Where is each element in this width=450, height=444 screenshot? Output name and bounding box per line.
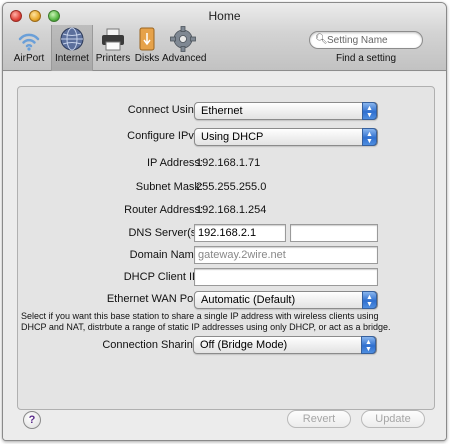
connect-using-popup[interactable]: Ethernet ▲ ▼: [194, 102, 378, 120]
ethernet-wan-port-popup[interactable]: Automatic (Default) ▲ ▼: [194, 291, 378, 309]
content-area: Connect Using: Ethernet ▲ ▼ Configure IPv…: [3, 72, 446, 440]
popup-arrows-icon: ▲ ▼: [362, 102, 377, 120]
subnet-mask-value: 255.255.255.0: [196, 181, 267, 193]
gear-icon: [170, 26, 196, 52]
toolbar-label-internet: Internet: [55, 53, 89, 64]
connection-sharing-popup[interactable]: Off (Bridge Mode) ▲ ▼: [193, 336, 377, 354]
router-address-value: 192.168.1.254: [196, 204, 267, 216]
configure-ipv4-popup[interactable]: Using DHCP ▲ ▼: [194, 128, 378, 146]
ip-address-label: IP Address:: [146, 157, 203, 169]
configure-ipv4-label: Configure IPv4:: [127, 130, 203, 142]
disk-icon: [139, 27, 155, 51]
toolbar-label-printers: Printers: [95, 53, 131, 64]
connect-using-label: Connect Using:: [127, 104, 203, 116]
subnet-mask-label: Subnet Mask:: [135, 181, 203, 193]
dns-server-1-field[interactable]: 192.168.2.1: [194, 224, 286, 242]
toolbar-item-printers[interactable]: Printers: [93, 25, 133, 64]
toolbar-label-advanced: Advanced: [162, 53, 207, 64]
search-field[interactable]: 🔍︎: [309, 31, 423, 49]
update-button[interactable]: Update: [361, 410, 425, 428]
dhcp-client-id-field[interactable]: [194, 268, 378, 286]
titlebar: Home AirPort Internet Printers Disks Adv…: [3, 3, 446, 71]
dns-servers-label: DNS Server(s):: [128, 227, 203, 239]
help-button[interactable]: ?: [23, 411, 41, 429]
ethernet-wan-port-value: Automatic (Default): [201, 294, 296, 306]
toolbar-label-airport: AirPort: [13, 53, 45, 64]
internet-connection-panel: Connect Using: Ethernet ▲ ▼ Configure IPv…: [17, 86, 435, 410]
toolbar-item-advanced[interactable]: Advanced: [162, 25, 207, 64]
window-title: Home: [208, 9, 241, 23]
airport-utility-window: Home AirPort Internet Printers Disks Adv…: [2, 2, 447, 441]
dhcp-client-id-label: DHCP Client ID:: [123, 271, 203, 283]
connection-sharing-label: Connection Sharing:: [102, 339, 202, 351]
revert-button[interactable]: Revert: [287, 410, 351, 428]
toolbar-item-internet[interactable]: Internet: [51, 25, 93, 71]
popup-arrows-icon: ▲ ▼: [362, 291, 377, 309]
find-setting-label: Find a setting: [335, 53, 397, 64]
popup-arrows-icon: ▲ ▼: [361, 336, 376, 354]
ip-address-value: 192.168.1.71: [196, 157, 261, 169]
router-address-label: Router Address:: [124, 204, 203, 216]
configure-ipv4-value: Using DHCP: [201, 131, 264, 143]
domain-name-label: Domain Name:: [129, 249, 203, 261]
search-icon: 🔍︎: [315, 34, 328, 45]
airport-icon: [18, 33, 40, 51]
connection-sharing-note: Select if you want this base station to …: [21, 311, 391, 332]
domain-name-field[interactable]: gateway.2wire.net: [194, 246, 378, 264]
printer-icon: [102, 28, 124, 51]
connection-sharing-value: Off (Bridge Mode): [200, 339, 288, 351]
ethernet-wan-port-label: Ethernet WAN Port:: [106, 293, 203, 305]
dns-server-2-field[interactable]: [290, 224, 378, 242]
globe-icon: [60, 27, 84, 51]
search-input[interactable]: [327, 33, 419, 47]
connect-using-value: Ethernet: [201, 105, 243, 117]
toolbar-item-disks[interactable]: Disks: [133, 25, 161, 64]
toolbar-label-disks: Disks: [134, 53, 160, 64]
popup-arrows-icon: ▲ ▼: [362, 128, 377, 146]
toolbar-item-airport[interactable]: AirPort: [9, 25, 49, 64]
